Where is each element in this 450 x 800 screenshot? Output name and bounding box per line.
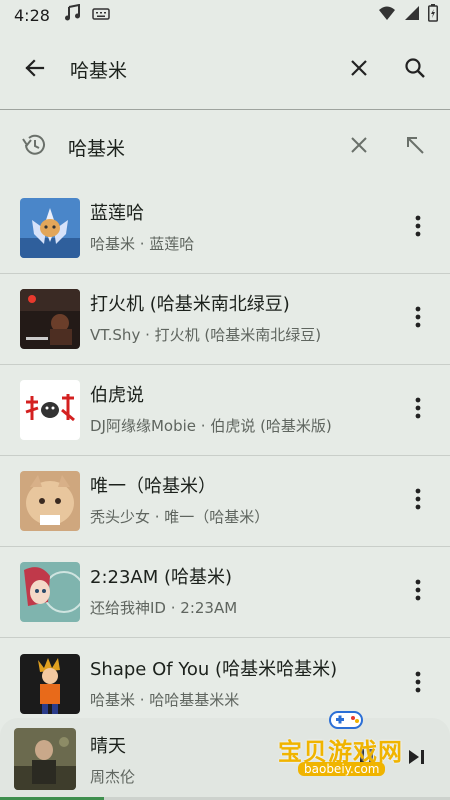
search-input[interactable]: [70, 58, 344, 81]
song-title: 2:23AM (哈基米): [90, 567, 233, 588]
song-row[interactable]: 打火机 (哈基米南北绿豆) VT.Shy · 打火机 (哈基米南北绿豆): [0, 274, 450, 365]
song-subtitle: 秃头少女 · 唯一（哈基米）: [90, 508, 270, 526]
album-cover: [20, 471, 80, 531]
signal-icon: [404, 5, 420, 25]
fill-query-button[interactable]: [400, 132, 430, 162]
search-icon: [403, 56, 427, 84]
song-title: Shape Of You (哈基米哈基米): [90, 658, 338, 680]
more-options-button[interactable]: [406, 664, 430, 704]
close-icon: [349, 135, 369, 159]
keyboard-icon: [92, 6, 110, 25]
song-row[interactable]: 伯虎说 DJ阿缘缘Mobie · 伯虎说 (哈基米版): [0, 365, 450, 456]
status-bar: 4:28: [0, 0, 450, 30]
more-vert-icon: [415, 579, 421, 605]
song-subtitle: DJ阿缘缘Mobie · 伯虎说 (哈基米版): [90, 417, 332, 435]
more-vert-icon: [415, 397, 421, 423]
song-title: 唯一（哈基米）: [90, 476, 216, 497]
history-icon: [20, 131, 48, 163]
mini-player-title: 晴天: [90, 735, 126, 757]
more-options-button[interactable]: [406, 299, 430, 339]
status-time: 4:28: [14, 5, 50, 25]
album-cover: [20, 380, 80, 440]
close-icon: [349, 58, 369, 82]
album-cover: [20, 198, 80, 258]
watermark-url: baobeiy.com: [298, 762, 386, 776]
song-title: 打火机 (哈基米南北绿豆): [90, 294, 290, 315]
remove-suggestion-button[interactable]: [344, 132, 374, 162]
suggestion-text: 哈基米: [68, 137, 126, 160]
more-options-button[interactable]: [406, 208, 430, 248]
wifi-icon: [378, 5, 396, 25]
song-subtitle: VT.Shy · 打火机 (哈基米南北绿豆): [90, 326, 322, 344]
album-cover: [20, 289, 80, 349]
back-button[interactable]: [20, 55, 50, 85]
song-row[interactable]: 2:23AM (哈基米) 还给我神ID · 2:23AM: [0, 547, 450, 638]
more-options-button[interactable]: [406, 481, 430, 521]
song-subtitle: 哈基米 · 蓝莲哈: [90, 235, 195, 253]
album-cover: [20, 562, 80, 622]
clear-search-button[interactable]: [344, 55, 374, 85]
more-vert-icon: [415, 488, 421, 514]
search-suggestion[interactable]: 哈基米: [0, 111, 450, 183]
song-title: 蓝莲哈: [90, 203, 144, 224]
song-title: 伯虎说: [90, 385, 144, 406]
song-list: 蓝莲哈 哈基米 · 蓝莲哈 打火机 (哈基米南北绿豆) VT.Shy · 打火机…: [0, 183, 450, 729]
search-button[interactable]: [400, 55, 430, 85]
more-vert-icon: [415, 306, 421, 332]
watermark: 宝贝游戏网 baobeiy.com: [278, 706, 438, 782]
mini-player-artist: 周杰伦: [90, 767, 136, 786]
battery-icon: [428, 4, 438, 26]
more-vert-icon: [415, 671, 421, 697]
song-row[interactable]: 唯一（哈基米） 秃头少女 · 唯一（哈基米）: [0, 456, 450, 547]
song-subtitle: 还给我神ID · 2:23AM: [90, 599, 238, 617]
arrow-up-left-icon: [404, 134, 426, 160]
song-row[interactable]: 蓝莲哈 哈基米 · 蓝莲哈: [0, 183, 450, 274]
arrow-left-icon: [23, 56, 47, 84]
album-cover: [20, 653, 80, 714]
more-options-button[interactable]: [406, 390, 430, 430]
music-note-icon: [64, 3, 82, 26]
more-options-button[interactable]: [406, 572, 430, 612]
mini-player-cover: [14, 728, 76, 790]
more-vert-icon: [415, 215, 421, 241]
search-bar: [0, 30, 450, 110]
